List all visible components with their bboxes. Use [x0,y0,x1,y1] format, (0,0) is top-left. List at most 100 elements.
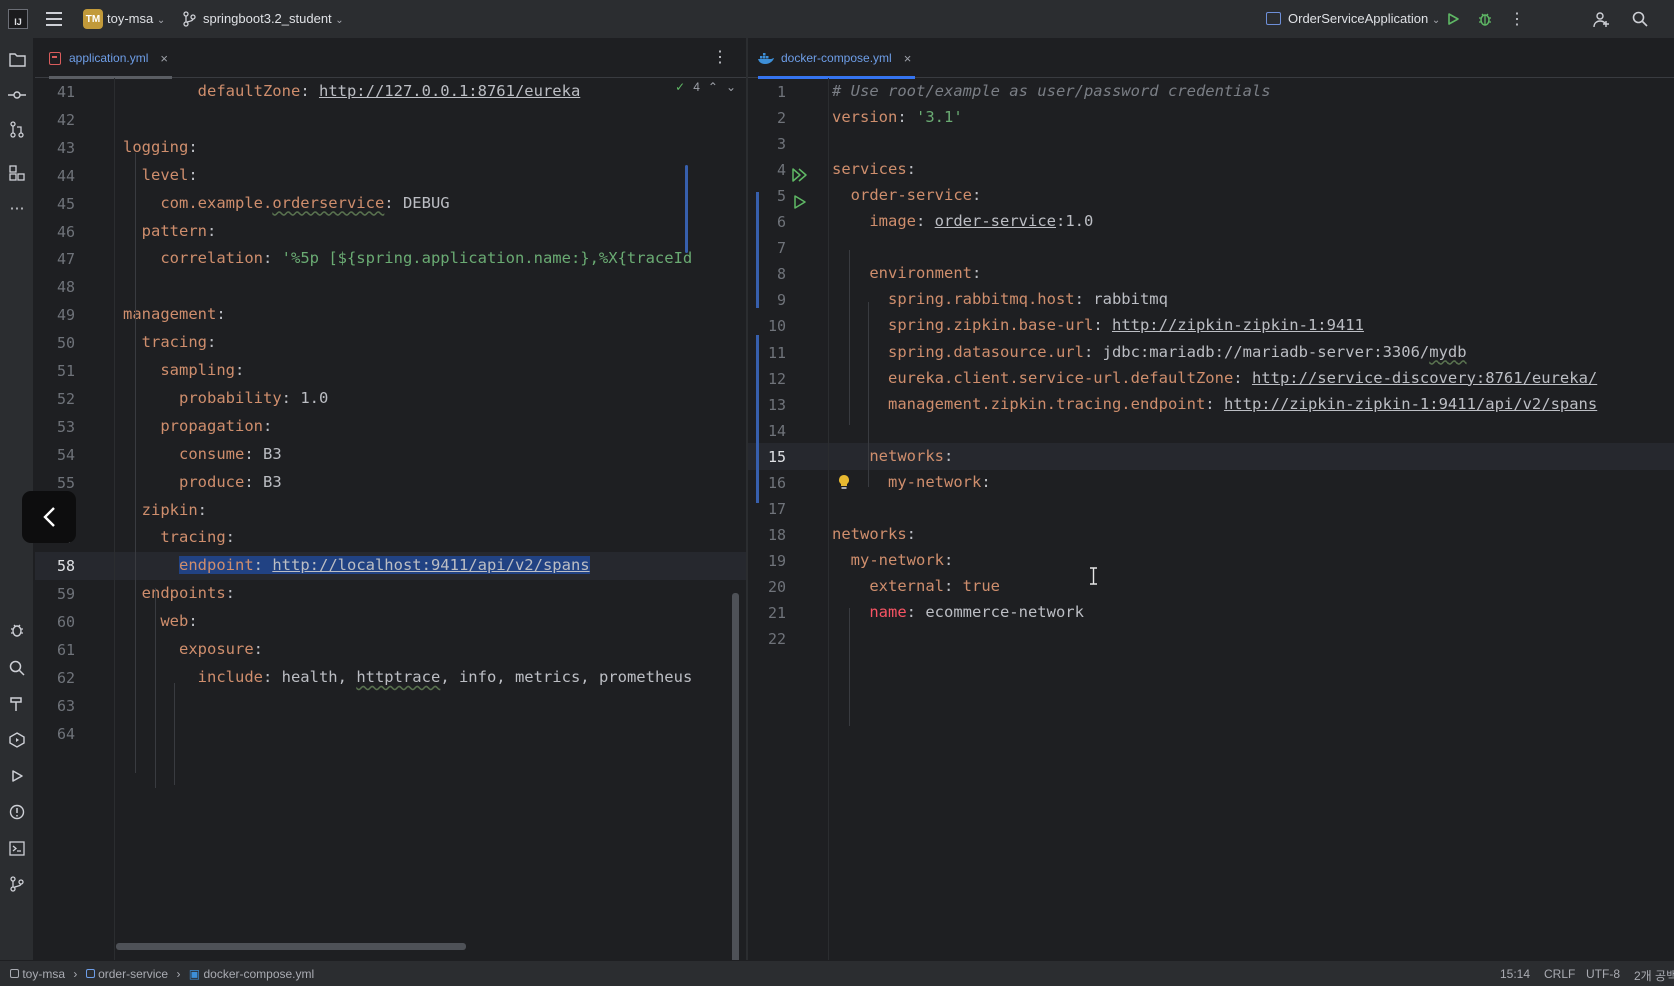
code-line[interactable]: 46 pattern: [35,218,746,246]
indent-setting[interactable]: 2개 공백 [1634,967,1674,984]
ide-logo-icon[interactable]: IJ [8,9,28,29]
code-line[interactable]: 61 exposure: [35,636,746,664]
code-line[interactable]: 22 [748,625,1674,653]
terminal-icon[interactable] [7,838,27,858]
line-number[interactable]: 13 [748,396,786,414]
line-number[interactable]: 42 [35,111,75,129]
line-number[interactable]: 7 [748,239,786,257]
line-number[interactable]: 22 [748,630,786,648]
code-line[interactable]: 2 version: '3.1' [748,104,1674,132]
code-line[interactable]: 62 include: health, httptrace, info, met… [35,664,746,692]
tab-application-yml[interactable]: application.yml × [49,38,172,79]
code-line[interactable]: 54 consume: B3 [35,441,746,469]
back-overlay-button[interactable] [22,491,76,543]
line-number[interactable]: 61 [35,641,75,659]
line-number[interactable]: 45 [35,195,75,213]
code-line[interactable]: 9 spring.rabbitmq.host: rabbitmq [748,286,1674,314]
line-number[interactable]: 64 [35,725,75,743]
code-line[interactable]: 59 endpoints: [35,580,746,608]
line-number[interactable]: 2 [748,109,786,127]
line-number[interactable]: 6 [748,213,786,231]
breadcrumb-project[interactable]: toy-msa [22,967,65,981]
more-actions-button[interactable]: ⋮ [1507,9,1527,29]
line-number[interactable]: 20 [748,578,786,596]
code-editor[interactable]: 41 defaultZone: http://127.0.0.1:8761/eu… [35,78,746,960]
code-line[interactable]: 10 spring.zipkin.base-url: http://zipkin… [748,312,1674,340]
caret-position[interactable]: 15:14 [1500,967,1530,981]
line-number[interactable]: 55 [35,474,75,492]
code-line[interactable]: 20 external: true [748,573,1674,601]
problems-icon[interactable] [7,802,27,822]
line-number[interactable]: 63 [35,697,75,715]
code-line[interactable]: 13 management.zipkin.tracing.endpoint: h… [748,391,1674,419]
code-line[interactable]: 64 [35,720,746,748]
code-line[interactable]: 47 correlation: '%5p [${spring.applicati… [35,245,746,273]
code-line[interactable]: 18 networks: [748,521,1674,549]
line-number[interactable]: 48 [35,278,75,296]
line-number[interactable]: 18 [748,526,786,544]
line-number[interactable]: 43 [35,139,75,157]
code-line[interactable]: 63 [35,692,746,720]
line-separator[interactable]: CRLF [1544,967,1575,981]
line-number[interactable]: 41 [35,83,75,101]
line-number[interactable]: 17 [748,500,786,518]
code-line[interactable]: 15 networks: [748,442,1674,471]
code-line[interactable]: 6 image: order-service:1.0 [748,208,1674,236]
line-number[interactable]: 50 [35,334,75,352]
line-number[interactable]: 49 [35,306,75,324]
run-tool-icon[interactable] [7,766,27,786]
line-number[interactable]: 54 [35,446,75,464]
line-number[interactable]: 4 [748,161,786,179]
code-line[interactable]: 48 [35,273,746,301]
vertical-scrollbar[interactable] [732,593,739,960]
line-number[interactable]: 51 [35,362,75,380]
run-config-selector[interactable]: OrderServiceApplication ⌄ [1288,11,1440,26]
code-with-me-button[interactable] [1591,9,1611,29]
line-number[interactable]: 16 [748,474,786,492]
code-line[interactable]: 60 web: [35,608,746,636]
run-button[interactable] [1443,9,1463,29]
vcs-change-marker[interactable] [756,192,759,308]
code-line[interactable]: 56 zipkin: [35,497,746,525]
line-number[interactable]: 14 [748,422,786,440]
structure-icon[interactable] [7,163,27,183]
close-tab-icon[interactable]: × [160,51,168,66]
code-line[interactable]: 14 [748,417,1674,445]
line-number[interactable]: 5 [748,187,786,205]
code-line[interactable]: 7 [748,234,1674,262]
line-number[interactable]: 19 [748,552,786,570]
code-line[interactable]: 58 endpoint: http://localhost:9411/api/v… [35,552,746,581]
vcs-change-marker[interactable] [756,335,759,503]
code-editor[interactable]: 1 # Use root/example as user/password cre… [748,78,1674,960]
line-number[interactable]: 59 [35,585,75,603]
code-line[interactable]: 41 defaultZone: http://127.0.0.1:8761/eu… [35,78,746,106]
line-number[interactable]: 9 [748,291,786,309]
code-line[interactable]: 19 my-network: [748,547,1674,575]
horizontal-scrollbar[interactable] [116,943,466,950]
line-number[interactable]: 52 [35,390,75,408]
line-number[interactable]: 53 [35,418,75,436]
code-line[interactable]: 16 my-network: [748,469,1674,497]
line-number[interactable]: 11 [748,344,786,362]
code-line[interactable]: 57 tracing: [35,524,746,552]
run-all-services-icon[interactable] [791,167,809,183]
line-number[interactable]: 58 [35,557,75,575]
code-line[interactable]: 12 eureka.client.service-url.defaultZone… [748,365,1674,393]
breadcrumb-file[interactable]: docker-compose.yml [203,967,314,981]
file-encoding[interactable]: UTF-8 [1586,967,1620,981]
code-line[interactable]: 5 order-service: [748,182,1674,210]
line-number[interactable]: 12 [748,370,786,388]
breadcrumb-module[interactable]: order-service [98,967,168,981]
line-number[interactable]: 8 [748,265,786,283]
line-number[interactable]: 46 [35,223,75,241]
debug-button[interactable] [1475,9,1495,29]
line-number[interactable]: 1 [748,83,786,101]
code-line[interactable]: 53 propagation: [35,413,746,441]
code-line[interactable]: 52 probability: 1.0 [35,385,746,413]
code-line[interactable]: 1 # Use root/example as user/password cre… [748,78,1674,106]
build-hammer-icon[interactable] [7,694,27,714]
line-number[interactable]: 21 [748,604,786,622]
project-selector[interactable]: toy-msa ⌄ [107,11,165,26]
code-line[interactable]: 11 spring.datasource.url: jdbc:mariadb:/… [748,339,1674,367]
code-line[interactable]: 4 services: [748,156,1674,184]
